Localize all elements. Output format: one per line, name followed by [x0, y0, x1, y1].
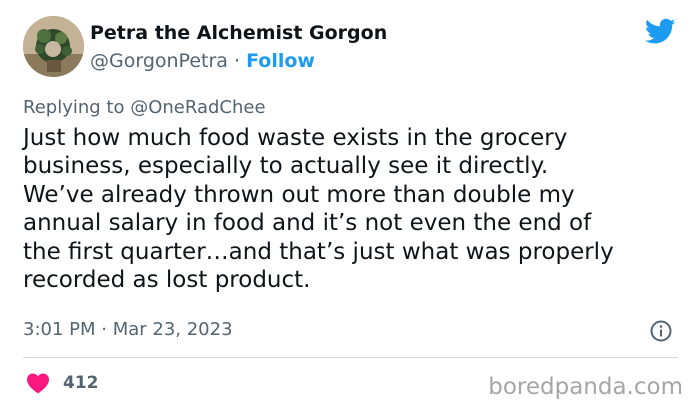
info-icon[interactable]: [650, 320, 672, 342]
tweet-text-line: We’ve already thrown out more than doubl…: [23, 181, 575, 208]
tweet-text-line: business, especially to actually see it …: [23, 153, 549, 180]
reply-target-handle[interactable]: @OneRadChee: [130, 97, 265, 118]
watermark: boredpanda.com: [488, 374, 683, 400]
reply-context: Replying to @OneRadChee: [23, 97, 266, 118]
handle-separator: ·: [227, 50, 247, 72]
tweet-text: Just how much food waste exists in the g…: [23, 124, 683, 294]
tweet-text-line: annual salary in food and it’s not even …: [23, 210, 592, 237]
twitter-bird-icon[interactable]: [645, 18, 676, 45]
author-handle-row: @GorgonPetra · Follow: [90, 50, 315, 72]
avatar[interactable]: [23, 16, 84, 77]
follow-button[interactable]: Follow: [246, 50, 315, 72]
tweet-text-line: Just how much food waste exists in the g…: [23, 125, 568, 151]
tweet-date: Mar 23, 2023: [112, 319, 233, 340]
tweet-text-line: the first quarter…and that’s just what w…: [23, 238, 614, 265]
tweet-timestamp[interactable]: 3:01 PM · Mar 23, 2023: [23, 319, 233, 340]
divider: [23, 357, 678, 358]
heart-icon[interactable]: [26, 372, 50, 394]
author-display-name[interactable]: Petra the Alchemist Gorgon: [90, 22, 387, 44]
author-handle[interactable]: @GorgonPetra: [90, 50, 228, 72]
tweet-card: Petra the Alchemist Gorgon @GorgonPetra …: [0, 0, 700, 410]
reply-label: Replying to: [23, 97, 131, 118]
tweet-time: 3:01 PM: [23, 319, 96, 340]
avatar-image: [23, 16, 84, 77]
timestamp-separator: ·: [95, 319, 113, 340]
tweet-text-line: recorded as lost product.: [23, 267, 311, 294]
like-count[interactable]: 412: [63, 373, 99, 393]
